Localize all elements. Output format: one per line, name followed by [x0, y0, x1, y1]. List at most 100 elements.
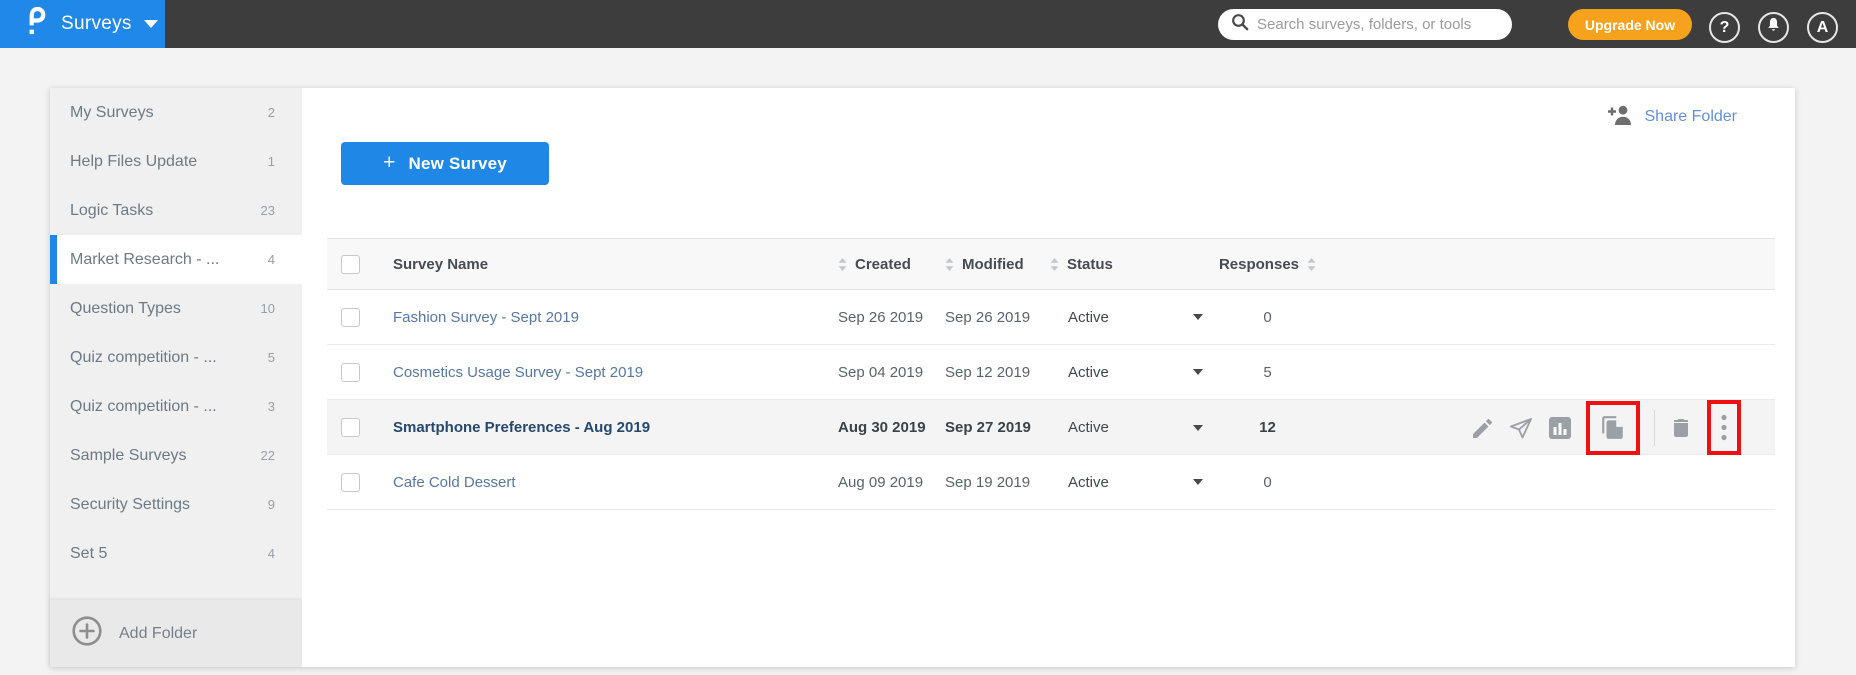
- status-dropdown[interactable]: Active: [1050, 290, 1215, 344]
- chevron-down-icon: [143, 20, 158, 28]
- column-responses[interactable]: Responses: [1215, 256, 1320, 273]
- row-checkbox[interactable]: [341, 307, 360, 327]
- top-bar: Surveys Upgrade Now ?: [0, 0, 1856, 48]
- folder-count: 5: [267, 350, 275, 365]
- plus-circle-icon: [71, 615, 103, 652]
- notifications-button[interactable]: [1758, 12, 1789, 43]
- column-survey-name[interactable]: Survey Name: [393, 256, 838, 273]
- folders-sidebar: My Surveys 2 Help Files Update 1 Logic T…: [50, 88, 302, 667]
- table-row-cafe-cold-dessert: Cafe Cold Dessert Aug 09 2019 Sep 19 201…: [327, 455, 1775, 510]
- send-paper-plane-icon[interactable]: [1508, 416, 1534, 440]
- new-survey-button[interactable]: + New Survey: [341, 142, 549, 185]
- question-mark-icon: ?: [1719, 18, 1730, 36]
- status-dropdown[interactable]: Active: [1050, 400, 1215, 455]
- folder-count: 4: [267, 252, 275, 267]
- sidebar-item-my-surveys[interactable]: My Surveys 2: [50, 88, 302, 137]
- folder-count: 2: [267, 105, 275, 120]
- caret-down-icon: [1193, 424, 1203, 431]
- caret-down-icon: [1193, 369, 1203, 375]
- sidebar-item-security-settings[interactable]: Security Settings 9: [50, 480, 302, 529]
- folder-count: 22: [260, 448, 275, 463]
- more-options-icon[interactable]: [1721, 414, 1727, 441]
- folder-count: 23: [260, 203, 275, 218]
- responses-cell: 0: [1263, 308, 1272, 326]
- global-search[interactable]: [1218, 9, 1512, 40]
- copy-duplicate-icon[interactable]: [1600, 415, 1626, 441]
- table-row-cosmetics-usage-survey: Cosmetics Usage Survey - Sept 2019 Sep 0…: [327, 345, 1775, 400]
- folder-count: 3: [267, 399, 275, 414]
- sidebar-item-quiz-competition-1[interactable]: Quiz competition - ... 5: [50, 333, 302, 382]
- status-dropdown[interactable]: Active: [1050, 345, 1215, 399]
- created-cell: Aug 30 2019: [838, 419, 926, 436]
- plus-icon: +: [383, 151, 396, 174]
- actions-divider: [1654, 409, 1655, 446]
- copy-callout-box: [1586, 400, 1640, 455]
- upgrade-now-button[interactable]: Upgrade Now: [1568, 9, 1692, 40]
- folder-label: Quiz competition - ...: [70, 348, 217, 366]
- folder-label: Quiz competition - ...: [70, 397, 217, 415]
- folder-count: 1: [267, 154, 275, 169]
- table-row-smartphone-preferences: Smartphone Preferences - Aug 2019 Aug 30…: [327, 400, 1775, 455]
- column-created[interactable]: Created: [838, 256, 945, 273]
- status-dropdown[interactable]: Active: [1050, 455, 1215, 509]
- sort-icon: [945, 257, 954, 271]
- row-checkbox[interactable]: [341, 418, 360, 437]
- person-plus-icon: [1607, 104, 1634, 130]
- folder-label: My Surveys: [70, 103, 154, 121]
- modified-cell: Sep 12 2019: [945, 363, 1031, 381]
- folder-label: Logic Tasks: [70, 201, 154, 219]
- proprofs-logo-icon: [24, 6, 49, 42]
- surveys-table: Survey Name Created Modified Status Resp…: [327, 238, 1775, 510]
- sort-icon: [1307, 257, 1316, 271]
- add-folder-button[interactable]: Add Folder: [50, 600, 302, 667]
- created-cell: Aug 09 2019: [838, 473, 924, 491]
- modified-cell: Sep 19 2019: [945, 473, 1031, 491]
- created-cell: Sep 26 2019: [838, 308, 924, 326]
- add-folder-label: Add Folder: [119, 624, 198, 642]
- responses-cell: 5: [1263, 363, 1272, 381]
- sidebar-item-set-5[interactable]: Set 5 4: [50, 529, 302, 578]
- row-checkbox[interactable]: [341, 472, 360, 492]
- folder-label: Help Files Update: [70, 152, 198, 170]
- folder-label: Security Settings: [70, 495, 191, 513]
- responses-cell: 12: [1259, 419, 1276, 436]
- folder-count: 10: [260, 301, 275, 316]
- column-status[interactable]: Status: [1050, 256, 1215, 273]
- select-all-checkbox[interactable]: [341, 254, 360, 274]
- table-row-fashion-survey: Fashion Survey - Sept 2019 Sep 26 2019 S…: [327, 290, 1775, 345]
- folder-label: Set 5: [70, 544, 108, 562]
- sidebar-item-market-research[interactable]: Market Research - ... 4: [50, 235, 302, 284]
- account-avatar[interactable]: A: [1807, 12, 1838, 43]
- edit-pencil-icon[interactable]: [1470, 416, 1494, 440]
- folder-count: 4: [267, 546, 275, 561]
- survey-name-link[interactable]: Cafe Cold Dessert: [393, 474, 516, 491]
- folder-label: Market Research - ...: [70, 250, 220, 268]
- folder-label: Sample Surveys: [70, 446, 187, 464]
- table-header-row: Survey Name Created Modified Status Resp…: [327, 238, 1775, 290]
- share-folder-link[interactable]: Share Folder: [1607, 104, 1737, 130]
- surveys-app: Surveys Upgrade Now ?: [0, 0, 1856, 675]
- sidebar-item-question-types[interactable]: Question Types 10: [50, 284, 302, 333]
- sidebar-item-quiz-competition-2[interactable]: Quiz competition - ... 3: [50, 382, 302, 431]
- modified-cell: Sep 26 2019: [945, 308, 1031, 326]
- survey-name-link[interactable]: Smartphone Preferences - Aug 2019: [393, 419, 650, 436]
- avatar-letter: A: [1816, 18, 1829, 36]
- surveys-dropdown[interactable]: Surveys: [0, 0, 165, 48]
- sidebar-item-help-files-update[interactable]: Help Files Update 1: [50, 137, 302, 186]
- column-modified[interactable]: Modified: [945, 256, 1050, 273]
- row-actions: [1320, 400, 1775, 455]
- created-cell: Sep 04 2019: [838, 363, 924, 381]
- bell-icon: [1765, 16, 1782, 39]
- sidebar-item-logic-tasks[interactable]: Logic Tasks 23: [50, 186, 302, 235]
- delete-trash-icon[interactable]: [1669, 416, 1693, 440]
- reports-bar-chart-icon[interactable]: [1548, 416, 1572, 440]
- row-checkbox[interactable]: [341, 362, 360, 382]
- caret-down-icon: [1193, 479, 1203, 485]
- more-callout-box: [1707, 400, 1741, 455]
- sidebar-item-sample-surveys[interactable]: Sample Surveys 22: [50, 431, 302, 480]
- survey-name-link[interactable]: Cosmetics Usage Survey - Sept 2019: [393, 364, 643, 381]
- help-button[interactable]: ?: [1709, 12, 1740, 43]
- sort-icon: [838, 257, 847, 271]
- survey-name-link[interactable]: Fashion Survey - Sept 2019: [393, 309, 579, 326]
- search-input[interactable]: [1257, 16, 1499, 33]
